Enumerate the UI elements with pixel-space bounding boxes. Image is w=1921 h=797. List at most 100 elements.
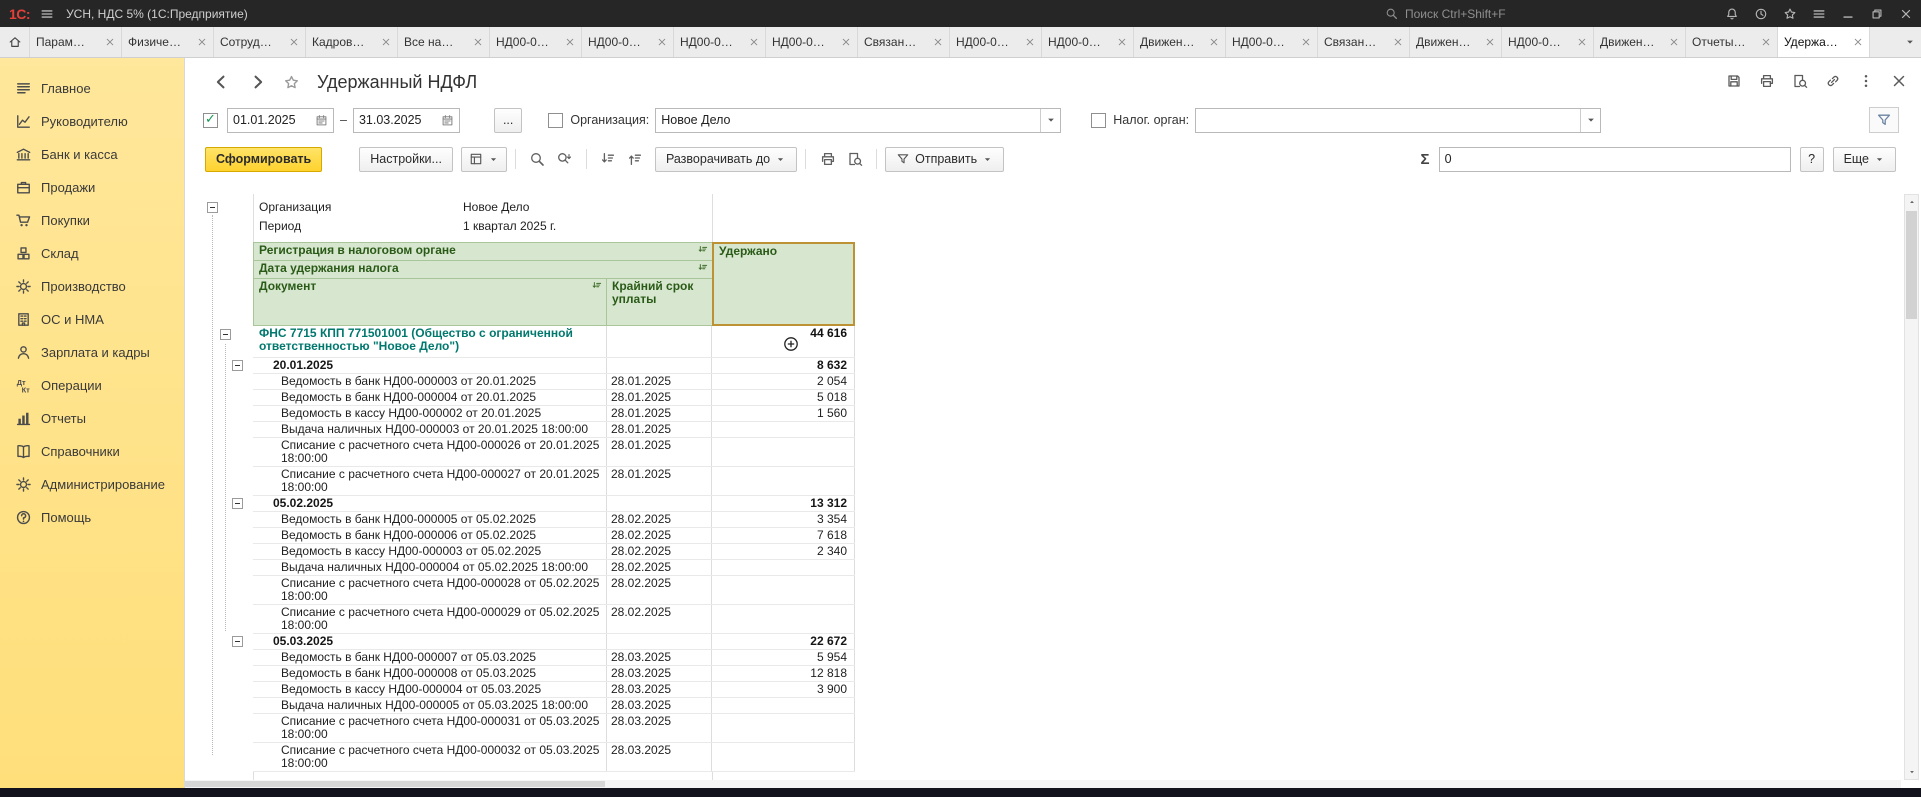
collapse-group-button[interactable] [232, 636, 243, 647]
cell-deadline[interactable]: 28.02.2025 [607, 512, 712, 527]
table-row[interactable]: Выдача наличных НД00-000004 от 05.02.202… [253, 560, 855, 576]
org-combo[interactable]: Новое Дело [655, 108, 1061, 133]
tab-1[interactable]: Парам… [30, 27, 122, 57]
settings-button[interactable]: Настройки... [359, 147, 453, 172]
scroll-down-icon[interactable] [1908, 768, 1916, 776]
table-row[interactable]: Списание с расчетного счета НД00-000026 … [253, 438, 855, 467]
cell-withheld[interactable] [712, 438, 855, 466]
horizontal-scroll-thumb[interactable] [185, 781, 605, 787]
collapse-group-button[interactable] [220, 329, 231, 340]
global-search[interactable]: Поиск Ctrl+Shift+F [1385, 7, 1506, 21]
table-row[interactable]: Ведомость в банк НД00-000008 от 05.03.20… [253, 666, 855, 682]
date-from-field[interactable]: 01.01.2025 [227, 108, 334, 133]
vertical-scrollbar[interactable] [1904, 194, 1919, 780]
cell-withheld[interactable]: 22 672 [712, 634, 855, 649]
table-row[interactable]: Списание с расчетного счета НД00-000027 … [253, 467, 855, 496]
tab-overflow-button[interactable] [1904, 27, 1916, 57]
sidebar-item-chartline[interactable]: Руководителю [0, 105, 184, 138]
cell-document[interactable]: Списание с расчетного счета НД00-000029 … [253, 605, 607, 633]
tab-7[interactable]: НД00-0… [582, 27, 674, 57]
tab-close-icon[interactable] [1485, 37, 1495, 47]
calendar-icon[interactable] [315, 114, 328, 127]
preview-icon[interactable] [1792, 73, 1808, 89]
tab-close-icon[interactable] [1393, 37, 1403, 47]
header-document[interactable]: Документ [254, 279, 607, 325]
tab-close-icon[interactable] [197, 37, 207, 47]
cell-withheld[interactable] [712, 467, 855, 495]
tab-5[interactable]: Все на… [398, 27, 490, 57]
minimize-icon[interactable] [1841, 7, 1855, 21]
sidebar-item-book[interactable]: Справочники [0, 435, 184, 468]
service-menu-icon[interactable] [40, 7, 54, 21]
restore-icon[interactable] [1870, 7, 1884, 21]
table-row[interactable]: Списание с расчетного счета НД00-000031 … [253, 714, 855, 743]
collapse-groups-button[interactable] [622, 146, 649, 172]
favorite-star-icon[interactable] [283, 74, 300, 91]
tab-close-icon[interactable] [749, 37, 759, 47]
cell-document[interactable]: Ведомость в банк НД00-000007 от 05.03.20… [253, 650, 607, 665]
cell-deadline[interactable]: 28.01.2025 [607, 406, 712, 421]
calendar-icon[interactable] [441, 114, 454, 127]
scroll-up-icon[interactable] [1908, 198, 1916, 206]
cell-withheld[interactable]: 2 054 [712, 374, 855, 389]
table-row[interactable]: Ведомость в банк НД00-000006 от 05.02.20… [253, 528, 855, 544]
help-button[interactable]: ? [1800, 147, 1824, 172]
report-info-row-1[interactable]: ОрганизацияНовое Дело [253, 198, 855, 217]
sidebar-item-person[interactable]: Зарплата и кадры [0, 336, 184, 369]
sidebar-item-barchart[interactable]: Отчеты [0, 402, 184, 435]
home-tab[interactable] [0, 27, 30, 57]
cell-deadline[interactable]: 28.02.2025 [607, 528, 712, 543]
cell-document[interactable]: Выдача наличных НД00-000005 от 05.03.202… [253, 698, 607, 713]
cell-deadline[interactable] [607, 496, 712, 511]
sidebar-item-sales[interactable]: Продажи [0, 171, 184, 204]
table-row[interactable]: 20.01.2025 8 632 [253, 358, 855, 374]
expand-to-button[interactable]: Разворачивать до [655, 147, 797, 172]
tab-close-icon[interactable] [1669, 37, 1679, 47]
notifications-icon[interactable] [1725, 7, 1739, 21]
cell-withheld[interactable] [712, 576, 855, 604]
tab-8[interactable]: НД00-0… [674, 27, 766, 57]
cell-deadline[interactable] [607, 358, 712, 373]
save-icon[interactable] [1726, 73, 1742, 89]
cell-document[interactable]: Ведомость в кассу НД00-000003 от 05.02.2… [253, 544, 607, 559]
cell-withheld[interactable] [712, 605, 855, 633]
tab-11[interactable]: НД00-0… [950, 27, 1042, 57]
cell-withheld[interactable]: 8 632 [712, 358, 855, 373]
cell-document[interactable]: Ведомость в кассу НД00-000004 от 05.03.2… [253, 682, 607, 697]
cell-withheld[interactable]: 12 818 [712, 666, 855, 681]
cell-document[interactable]: ФНС 7715 КПП 771501001 (Общество с огран… [253, 326, 607, 357]
tab-18[interactable]: Движен… [1594, 27, 1686, 57]
table-row[interactable]: Списание с расчетного счета НД00-000029 … [253, 605, 855, 634]
cell-withheld[interactable]: 5 954 [712, 650, 855, 665]
cell-document[interactable]: Выдача наличных НД00-000003 от 20.01.202… [253, 422, 607, 437]
cell-document[interactable]: Ведомость в банк НД00-000005 от 05.02.20… [253, 512, 607, 527]
header-deadline[interactable]: Крайний срок уплаты [607, 279, 712, 325]
cell-document[interactable]: 20.01.2025 [253, 358, 607, 373]
cell-deadline[interactable]: 28.01.2025 [607, 438, 712, 466]
tab-close-icon[interactable] [105, 37, 115, 47]
sidebar-item-bank[interactable]: Банк и касса [0, 138, 184, 171]
cell-document[interactable]: Ведомость в банк НД00-000006 от 05.02.20… [253, 528, 607, 543]
cell-deadline[interactable]: 28.03.2025 [607, 743, 712, 771]
table-row[interactable]: Ведомость в банк НД00-000005 от 05.02.20… [253, 512, 855, 528]
table-row[interactable]: ФНС 7715 КПП 771501001 (Общество с огран… [253, 326, 855, 358]
cell-deadline[interactable]: 28.02.2025 [607, 605, 712, 633]
cell-deadline[interactable]: 28.02.2025 [607, 576, 712, 604]
period-options-button[interactable]: ... [494, 108, 522, 133]
sum-field[interactable]: 0 [1439, 147, 1791, 172]
tab-close-icon[interactable] [1577, 37, 1587, 47]
sidebar-item-cart[interactable]: Покупки [0, 204, 184, 237]
tab-close-icon[interactable] [473, 37, 483, 47]
table-row[interactable]: Ведомость в кассу НД00-000003 от 05.02.2… [253, 544, 855, 560]
cell-withheld[interactable] [712, 422, 855, 437]
tab-13[interactable]: Движен… [1134, 27, 1226, 57]
tab-close-icon[interactable] [1025, 37, 1035, 47]
date-to-field[interactable]: 31.03.2025 [353, 108, 460, 133]
cell-deadline[interactable]: 28.01.2025 [607, 390, 712, 405]
table-row[interactable]: Выдача наличных НД00-000005 от 05.03.202… [253, 698, 855, 714]
cell-deadline[interactable]: 28.02.2025 [607, 544, 712, 559]
sidebar-item-production[interactable]: Производство [0, 270, 184, 303]
table-row[interactable]: Выдача наличных НД00-000003 от 20.01.202… [253, 422, 855, 438]
cell-document[interactable]: Списание с расчетного счета НД00-000031 … [253, 714, 607, 742]
cell-deadline[interactable]: 28.03.2025 [607, 698, 712, 713]
